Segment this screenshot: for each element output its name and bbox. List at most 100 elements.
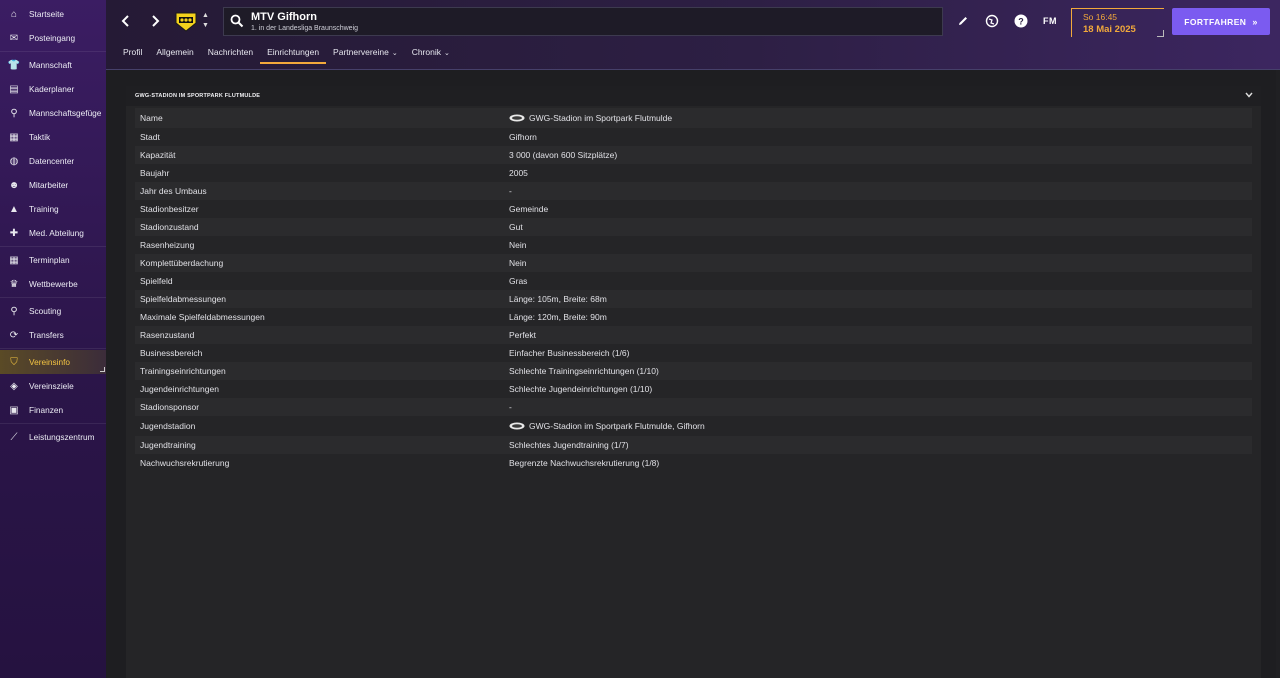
sidebar-item-scouting[interactable]: ⚲ Scouting (0, 299, 106, 323)
tab-profil[interactable]: Profil (116, 44, 149, 64)
club-badge-icon[interactable] (174, 11, 198, 33)
row-value: Begrenzte Nachwuchsrekrutierung (1/8) (509, 458, 659, 468)
table-row: Spielfeld Gras (135, 272, 1252, 290)
row-value[interactable]: GWG-Stadion im Sportpark Flutmulde (509, 113, 672, 123)
row-value: Gemeinde (509, 204, 548, 214)
sidebar-item-label: Vereinsziele (29, 381, 74, 391)
chevron-down-icon[interactable] (1245, 90, 1253, 100)
table-row: Kapazität 3 000 (davon 600 Sitzplätze) (135, 146, 1252, 164)
table-row: Jahr des Umbaus - (135, 182, 1252, 200)
sidebar-item-mannschaftsgefüge[interactable]: ⚲ Mannschaftsgefüge (0, 101, 106, 125)
scrollbar[interactable] (1276, 70, 1280, 678)
sidebar-item-datencenter[interactable]: ◍ Datencenter (0, 149, 106, 173)
table-row: Jugendeinrichtungen Schlechte Jugendeinri… (135, 380, 1252, 398)
shield-icon: ⛉ (10, 356, 18, 368)
svg-text:?: ? (1018, 17, 1024, 27)
tab-einrichtungen[interactable]: Einrichtungen (260, 44, 327, 64)
edit-icon[interactable] (954, 12, 972, 30)
sidebar-item-leistungszentrum[interactable]: ⟋ Leistungszentrum (0, 425, 106, 449)
back-arrow-icon[interactable] (113, 8, 139, 34)
sidebar-item-label: Mannschaft (29, 60, 72, 70)
club-league: 1. in der Landesliga Braunschweig (251, 25, 359, 32)
row-value[interactable]: GWG-Stadion im Sportpark Flutmulde, Gifh… (509, 421, 705, 431)
sidebar-item-med-abteilung[interactable]: ✚ Med. Abteilung (0, 221, 106, 245)
row-label: Jahr des Umbaus (140, 186, 207, 196)
stadium-panel: GWG-STADION IM SPORTPARK FLUTMULDE Name G… (126, 86, 1261, 678)
tactics-board-icon: ▦ (9, 131, 19, 143)
sidebar-item-vereinsziele[interactable]: ◈ Vereinsziele (0, 374, 106, 398)
table-row: Nachwuchsrekrutierung Begrenzte Nachwuchs… (135, 454, 1252, 472)
tab-label: Allgemein (156, 47, 194, 57)
top-bar: ▲ ▼ MTV Gifhorn 1. in der Landesliga Bra… (106, 0, 1280, 70)
sidebar-item-label: Taktik (29, 132, 51, 142)
datebox-corner-icon (1157, 30, 1164, 37)
row-value-text: Gifhorn (509, 132, 537, 142)
home-icon: ⌂ (10, 8, 18, 20)
row-value: Einfacher Businessbereich (1/6) (509, 348, 629, 358)
sidebar-item-mannschaft[interactable]: 👕 Mannschaft (0, 53, 106, 77)
row-value-text: Länge: 105m, Breite: 68m (509, 294, 607, 304)
trophy-icon: ♛ (9, 278, 19, 290)
sidebar-item-kaderplaner[interactable]: ▤ Kaderplaner (0, 77, 106, 101)
goals-icon: ◈ (10, 380, 18, 392)
sidebar-item-label: Scouting (29, 306, 62, 316)
row-label: Stadionsponsor (140, 402, 200, 412)
row-value-text: Schlechte Trainingseinrichtungen (1/10) (509, 366, 659, 376)
sidebar-item-finanzen[interactable]: ▣ Finanzen (0, 398, 106, 422)
tab-label: Nachrichten (207, 47, 254, 57)
chevron-down-icon: ⌄ (443, 50, 450, 57)
row-value-text: GWG-Stadion im Sportpark Flutmulde, Gifh… (529, 421, 705, 431)
stadium-info-rows: Name GWG-Stadion im Sportpark Flutmulde St… (135, 108, 1252, 472)
network-globe-icon[interactable] (983, 12, 1001, 30)
sidebar-item-terminplan[interactable]: ▦ Terminplan (0, 248, 106, 272)
continue-button[interactable]: FORTFAHREN » (1172, 8, 1270, 35)
stadium-icon (509, 422, 529, 430)
tab-nachrichten[interactable]: Nachrichten (201, 44, 260, 64)
row-label: Stadionbesitzer (140, 204, 199, 214)
sidebar-divider (0, 423, 106, 424)
tab-partnervereine[interactable]: Partnervereine ⌄ (326, 44, 405, 64)
club-name: MTV Gifhorn (251, 11, 317, 23)
row-value-text: Nein (509, 258, 527, 268)
club-search-box[interactable]: MTV Gifhorn 1. in der Landesliga Braunsc… (223, 7, 943, 36)
row-value-text: - (509, 186, 512, 196)
row-value: Länge: 120m, Breite: 90m (509, 312, 607, 322)
row-value: Länge: 105m, Breite: 68m (509, 294, 607, 304)
club-next-icon[interactable]: ▼ (202, 22, 209, 29)
table-row: Baujahr 2005 (135, 164, 1252, 182)
game-time: So 16:45 (1083, 12, 1118, 22)
row-value: Schlechtes Jugendtraining (1/7) (509, 440, 629, 450)
help-icon[interactable]: ? (1012, 12, 1030, 30)
row-label: Rasenzustand (140, 330, 195, 340)
sidebar-divider (0, 348, 106, 349)
sidebar-item-taktik[interactable]: ▦ Taktik (0, 125, 106, 149)
row-label: Stadionzustand (140, 222, 199, 232)
sidebar-item-label: Startseite (29, 9, 65, 19)
tab-allgemein[interactable]: Allgemein (149, 44, 200, 64)
club-prev-icon[interactable]: ▲ (202, 12, 209, 19)
table-row: Rasenzustand Perfekt (135, 326, 1252, 344)
table-row: Jugendstadion GWG-Stadion im Sportpark Fl… (135, 416, 1252, 436)
search-icon (230, 14, 244, 28)
row-value: Nein (509, 240, 526, 250)
forward-arrow-icon[interactable] (142, 8, 168, 34)
sidebar-item-vereinsinfo[interactable]: ⛉ Vereinsinfo (0, 350, 106, 374)
sidebar-item-wettbewerbe[interactable]: ♛ Wettbewerbe (0, 272, 106, 296)
row-label: Jugendtraining (140, 440, 196, 450)
sidebar-item-training[interactable]: ▲ Training (0, 197, 106, 221)
panel-header[interactable]: GWG-STADION IM SPORTPARK FLUTMULDE (126, 86, 1261, 106)
transfer-icon: ⟳ (9, 329, 19, 341)
tab-chronik[interactable]: Chronik ⌄ (405, 44, 457, 64)
sidebar-item-transfers[interactable]: ⟳ Transfers (0, 323, 106, 347)
row-value: Gifhorn (509, 132, 537, 142)
main-content: GWG-STADION IM SPORTPARK FLUTMULDE Name G… (106, 70, 1280, 678)
sidebar-item-startseite[interactable]: ⌂ Startseite (0, 2, 106, 26)
row-label: Baujahr (140, 168, 170, 178)
sidebar-item-posteingang[interactable]: ✉ Posteingang (0, 26, 106, 50)
row-label: Spielfeldabmessungen (140, 294, 227, 304)
row-value-text: Schlechtes Jugendtraining (1/7) (509, 440, 629, 450)
sidebar-item-mitarbeiter[interactable]: ☻ Mitarbeiter (0, 173, 106, 197)
row-value: 3 000 (davon 600 Sitzplätze) (509, 150, 617, 160)
table-row: Jugendtraining Schlechtes Jugendtraining … (135, 436, 1252, 454)
fm-logo-icon[interactable]: FM (1041, 12, 1059, 30)
